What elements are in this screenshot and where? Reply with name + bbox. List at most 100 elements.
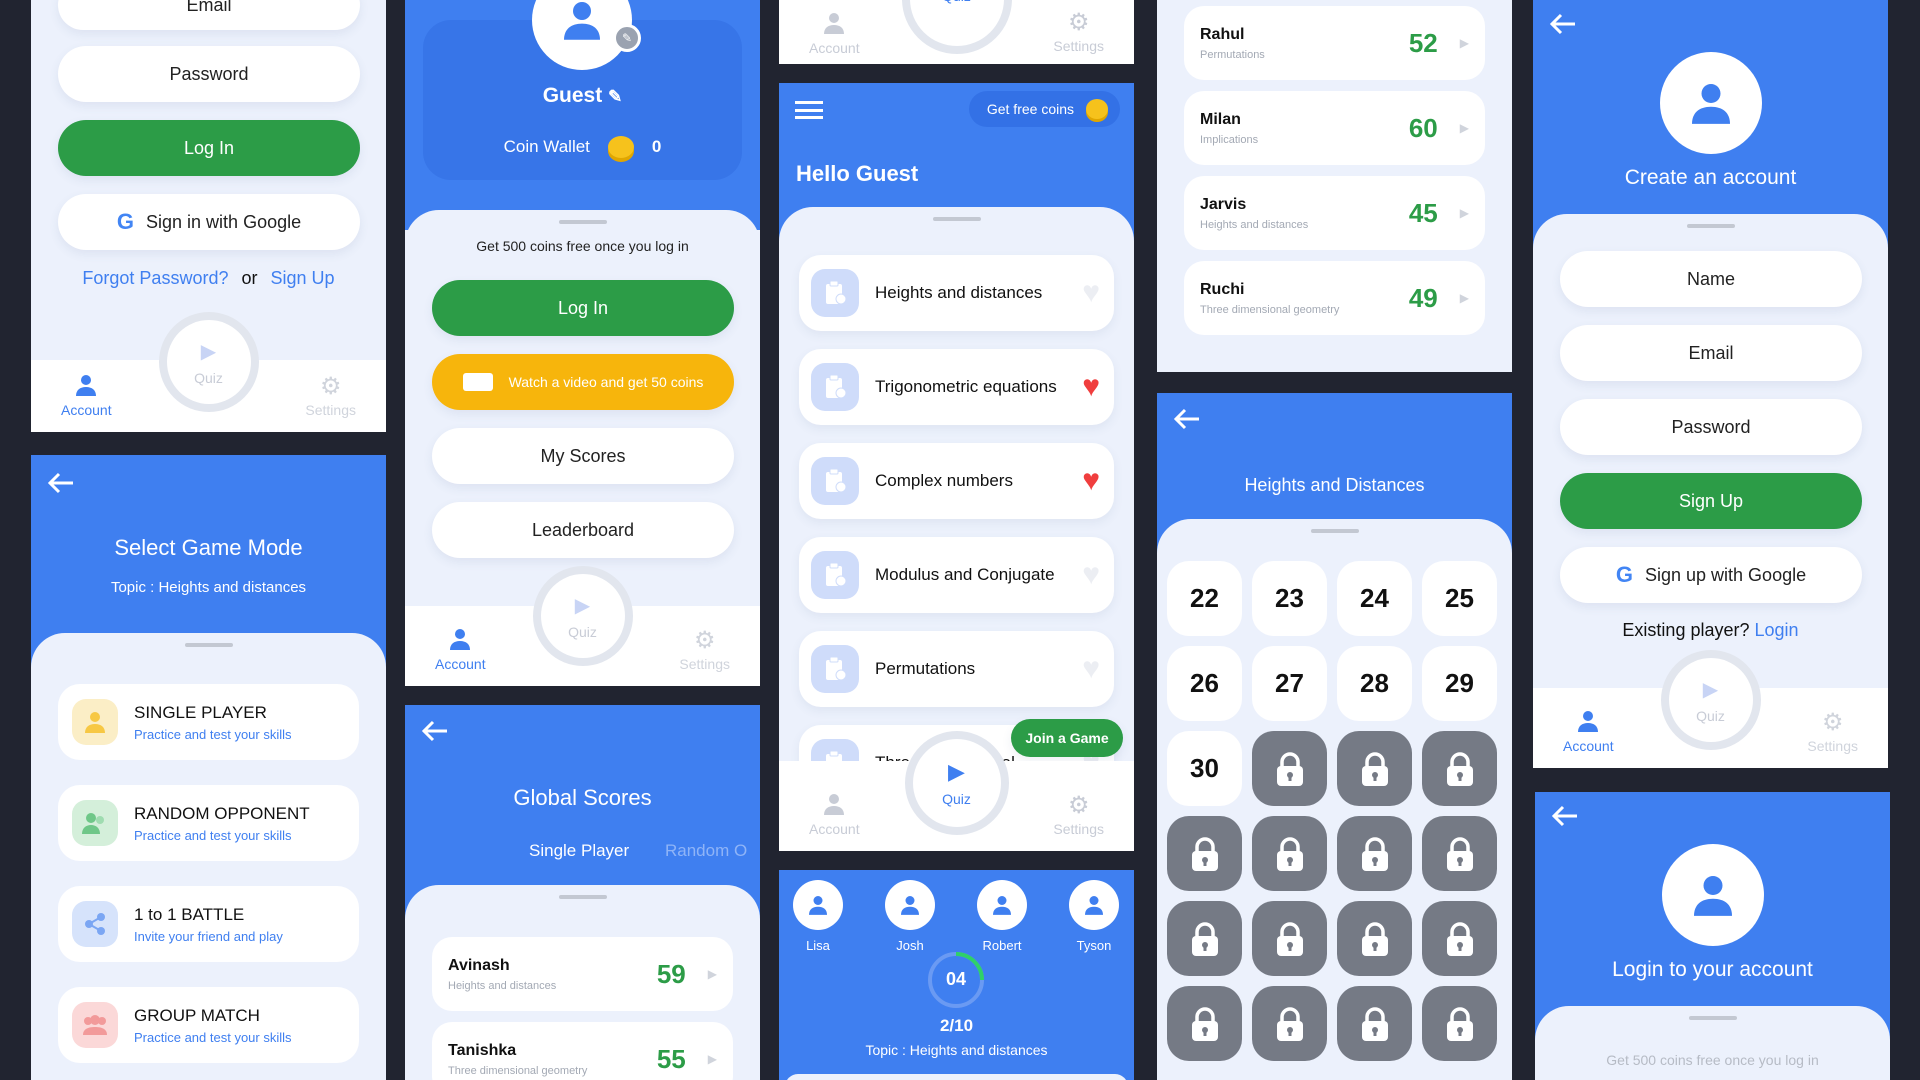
- gear-icon: ⚙: [1821, 709, 1844, 736]
- email-field[interactable]: Email: [1560, 325, 1862, 381]
- forgot-password-link[interactable]: Forgot Password?: [82, 268, 228, 288]
- mode-battle[interactable]: 1 to 1 BATTLE Invite your friend and play: [58, 886, 359, 962]
- score-row[interactable]: Ruchi Three dimensional geometry 49 ▶: [1184, 261, 1485, 335]
- password-field[interactable]: Password: [1560, 399, 1862, 455]
- email-field[interactable]: Email: [58, 0, 360, 30]
- menu-icon[interactable]: [795, 101, 823, 119]
- heart-filled-icon[interactable]: ♥: [1082, 370, 1100, 404]
- tab-settings[interactable]: ⚙ Settings: [679, 627, 730, 673]
- back-arrow-icon[interactable]: [1551, 804, 1579, 828]
- topic-item[interactable]: Heights and distances ♥: [799, 255, 1114, 331]
- edit-name-icon[interactable]: ✎: [608, 87, 622, 106]
- heart-outline-icon[interactable]: ♥: [1082, 558, 1100, 592]
- join-game-button[interactable]: Join a Game: [1011, 719, 1123, 757]
- locked-level-tile: [1422, 901, 1497, 976]
- level-tile[interactable]: 28: [1337, 646, 1412, 721]
- password-field[interactable]: Password: [58, 46, 360, 102]
- lock-icon: [1361, 921, 1388, 956]
- level-tile[interactable]: 27: [1252, 646, 1327, 721]
- drag-handle[interactable]: [558, 220, 607, 224]
- signup-link[interactable]: Sign Up: [271, 268, 335, 288]
- topic-item[interactable]: Modulus and Conjugate ♥: [799, 537, 1114, 613]
- edit-avatar-icon[interactable]: ✎: [613, 24, 641, 52]
- topic-label: Topic : Heights and distances: [110, 579, 307, 596]
- player-avatar: Lisa: [793, 880, 843, 953]
- level-tile[interactable]: 25: [1422, 561, 1497, 636]
- mode-single-player[interactable]: SINGLE PLAYER Practice and test your skil…: [58, 684, 359, 760]
- login-link[interactable]: Login: [1755, 620, 1799, 640]
- level-tile[interactable]: 29: [1422, 646, 1497, 721]
- drag-handle[interactable]: [1686, 224, 1735, 228]
- heart-filled-icon[interactable]: ♥: [1082, 464, 1100, 498]
- google-signin-button[interactable]: G Sign in with Google: [58, 194, 360, 250]
- mode-group-match[interactable]: GROUP MATCH Practice and test your skills: [58, 987, 359, 1063]
- login-button[interactable]: Log In: [58, 120, 360, 176]
- score-row[interactable]: Avinash Heights and distances 59 ▶: [432, 937, 733, 1011]
- timer-value: 04: [945, 969, 967, 989]
- tab-account[interactable]: Account: [809, 12, 860, 56]
- tab-single-player[interactable]: Single Player: [529, 841, 629, 861]
- player-avatar: Josh: [885, 880, 935, 953]
- level-tile[interactable]: 30: [1167, 731, 1242, 806]
- quiz-button[interactable]: ▶ Quiz: [1668, 658, 1753, 742]
- signup-button[interactable]: Sign Up: [1560, 473, 1862, 529]
- watch-video-button[interactable]: Watch a video and get 50 coins: [432, 354, 734, 410]
- score-row[interactable]: Rahul Permutations 52 ▶: [1184, 6, 1485, 80]
- level-tile[interactable]: 23: [1252, 561, 1327, 636]
- tab-account[interactable]: Account: [61, 374, 112, 418]
- home-screen-top: Account ⚙ Settings Quiz: [779, 0, 1134, 64]
- mode-sheet: SINGLE PLAYER Practice and test your skil…: [31, 633, 386, 1080]
- tab-settings[interactable]: ⚙ Settings: [305, 375, 356, 419]
- tab-account[interactable]: Account: [435, 628, 486, 672]
- free-coins-button[interactable]: Get free coins: [968, 91, 1120, 127]
- scores-edge-strip: [1500, 0, 1512, 1]
- back-arrow-icon[interactable]: [47, 471, 75, 495]
- level-tile[interactable]: 22: [1167, 561, 1242, 636]
- user-icon: [901, 896, 919, 915]
- user-icon: [993, 896, 1011, 915]
- back-arrow-icon[interactable]: [421, 719, 449, 743]
- page-title: Select Game Mode: [114, 535, 303, 560]
- tab-account[interactable]: Account: [809, 793, 860, 837]
- name-field[interactable]: Name: [1560, 251, 1862, 307]
- score-row[interactable]: Milan Implications 60 ▶: [1184, 91, 1485, 165]
- heart-outline-icon[interactable]: ♥: [1082, 276, 1100, 310]
- lock-icon: [1276, 921, 1303, 956]
- drag-handle[interactable]: [184, 643, 233, 647]
- back-arrow-icon[interactable]: [1549, 12, 1577, 36]
- lock-icon: [1361, 836, 1388, 871]
- tab-random-opponent[interactable]: Random O: [665, 841, 747, 861]
- level-tile[interactable]: 24: [1337, 561, 1412, 636]
- quiz-button[interactable]: ▶ Quiz: [912, 739, 1001, 827]
- gear-icon: ⚙: [693, 627, 716, 654]
- locked-level-tile: [1252, 901, 1327, 976]
- my-scores-button[interactable]: My Scores: [432, 428, 734, 484]
- login-links: Forgot Password? or Sign Up: [82, 268, 335, 288]
- quiz-button[interactable]: ▶ Quiz: [540, 574, 625, 658]
- back-arrow-icon[interactable]: [1173, 407, 1201, 431]
- login-button[interactable]: Log In: [432, 280, 734, 336]
- drag-handle[interactable]: [932, 217, 981, 221]
- quiz-button[interactable]: ▶ Quiz: [166, 320, 251, 404]
- mode-random-opponent[interactable]: RANDOM OPPONENT Practice and test your sk…: [58, 785, 359, 861]
- topic-item[interactable]: Permutations ♥: [799, 631, 1114, 707]
- google-signup-button[interactable]: G Sign up with Google: [1560, 547, 1862, 603]
- tab-settings[interactable]: ⚙ Settings: [1053, 794, 1104, 838]
- leaderboard-button[interactable]: Leaderboard: [432, 502, 734, 558]
- locked-level-tile: [1422, 986, 1497, 1061]
- tab-account[interactable]: Account: [1563, 710, 1614, 754]
- heart-outline-icon[interactable]: ♥: [1082, 652, 1100, 686]
- drag-handle[interactable]: [1310, 529, 1359, 533]
- quiz-sheet-icon: [811, 269, 859, 317]
- tab-settings[interactable]: ⚙ Settings: [1053, 11, 1104, 55]
- tab-settings[interactable]: ⚙ Settings: [1807, 709, 1858, 755]
- score-row[interactable]: Jarvis Heights and distances 45 ▶: [1184, 176, 1485, 250]
- topic-item[interactable]: Complex numbers ♥: [799, 443, 1114, 519]
- drag-handle[interactable]: [1688, 1016, 1737, 1020]
- topic-item[interactable]: Trigonometric equations ♥: [799, 349, 1114, 425]
- group-icon: [72, 1002, 118, 1048]
- lock-icon: [1191, 921, 1218, 956]
- drag-handle[interactable]: [558, 895, 607, 899]
- level-tile[interactable]: 26: [1167, 646, 1242, 721]
- score-row[interactable]: Tanishka Three dimensional geometry 55 ▶: [432, 1022, 733, 1080]
